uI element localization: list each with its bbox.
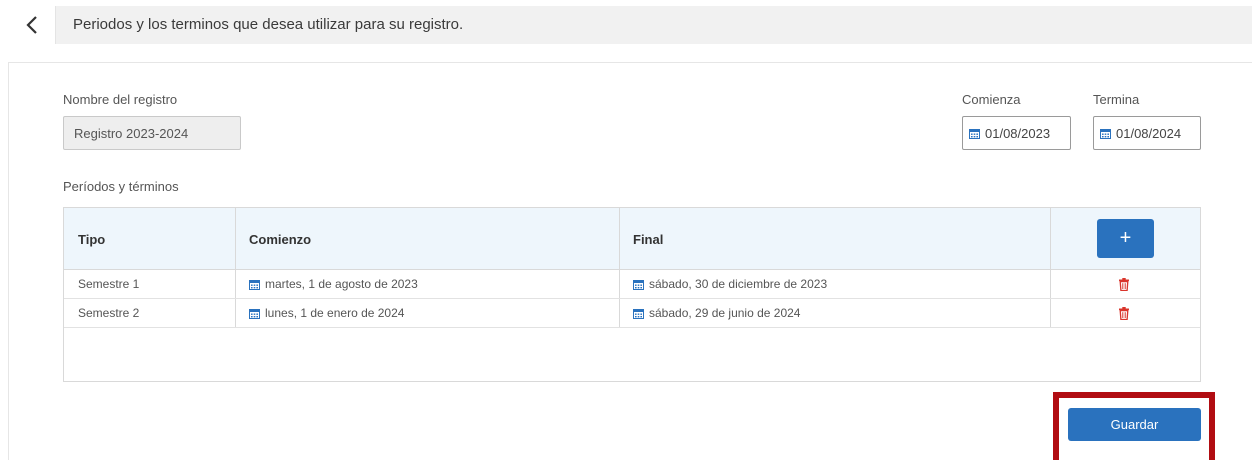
start-date-label: Comienza <box>962 92 1021 107</box>
trash-icon[interactable] <box>1118 307 1130 320</box>
periods-table: Tipo Comienzo Final + Semestre 1 martes,… <box>63 207 1201 382</box>
row-start-date[interactable]: martes, 1 de agosto de 2023 <box>235 270 619 298</box>
registry-name-input[interactable]: Registro 2023-2024 <box>63 116 241 150</box>
column-header-type: Tipo <box>78 231 106 247</box>
save-button[interactable]: Guardar <box>1068 408 1201 441</box>
calendar-icon <box>249 279 260 290</box>
calendar-icon <box>969 128 980 139</box>
back-button[interactable] <box>8 6 56 44</box>
calendar-icon <box>633 279 644 290</box>
add-period-button[interactable]: + <box>1097 219 1154 258</box>
row-start-date[interactable]: lunes, 1 de enero de 2024 <box>235 299 619 327</box>
chevron-left-icon <box>25 16 37 34</box>
row-end-text: sábado, 30 de diciembre de 2023 <box>649 277 828 291</box>
row-end-date[interactable]: sábado, 29 de junio de 2024 <box>619 299 1050 327</box>
top-bar: Periodos y los terminos que desea utiliz… <box>8 6 1252 44</box>
table-row[interactable]: Semestre 1 martes, 1 de agosto de 2023 s… <box>64 270 1200 299</box>
start-date-field[interactable]: 01/08/2023 <box>962 116 1071 150</box>
row-start-text: lunes, 1 de enero de 2024 <box>265 306 405 320</box>
calendar-icon <box>1100 128 1111 139</box>
column-header-start: Comienzo <box>249 231 312 247</box>
trash-icon[interactable] <box>1118 278 1130 291</box>
table-row[interactable]: Semestre 2 lunes, 1 de enero de 2024 sáb… <box>64 299 1200 328</box>
row-type: Semestre 2 <box>78 306 140 320</box>
end-date-label: Termina <box>1093 92 1140 107</box>
page-title: Periodos y los terminos que desea utiliz… <box>73 16 464 33</box>
calendar-icon <box>633 308 644 319</box>
row-start-text: martes, 1 de agosto de 2023 <box>265 277 418 291</box>
periods-section-label: Períodos y términos <box>63 179 179 194</box>
row-end-text: sábado, 29 de junio de 2024 <box>649 306 801 320</box>
start-date-value: 01/08/2023 <box>985 125 1051 141</box>
column-header-end: Final <box>633 231 664 247</box>
row-type: Semestre 1 <box>78 277 140 291</box>
row-end-date[interactable]: sábado, 30 de diciembre de 2023 <box>619 270 1050 298</box>
name-label: Nombre del registro <box>63 92 178 107</box>
end-date-field[interactable]: 01/08/2024 <box>1093 116 1201 150</box>
calendar-icon <box>249 308 260 319</box>
end-date-value: 01/08/2024 <box>1116 125 1182 141</box>
